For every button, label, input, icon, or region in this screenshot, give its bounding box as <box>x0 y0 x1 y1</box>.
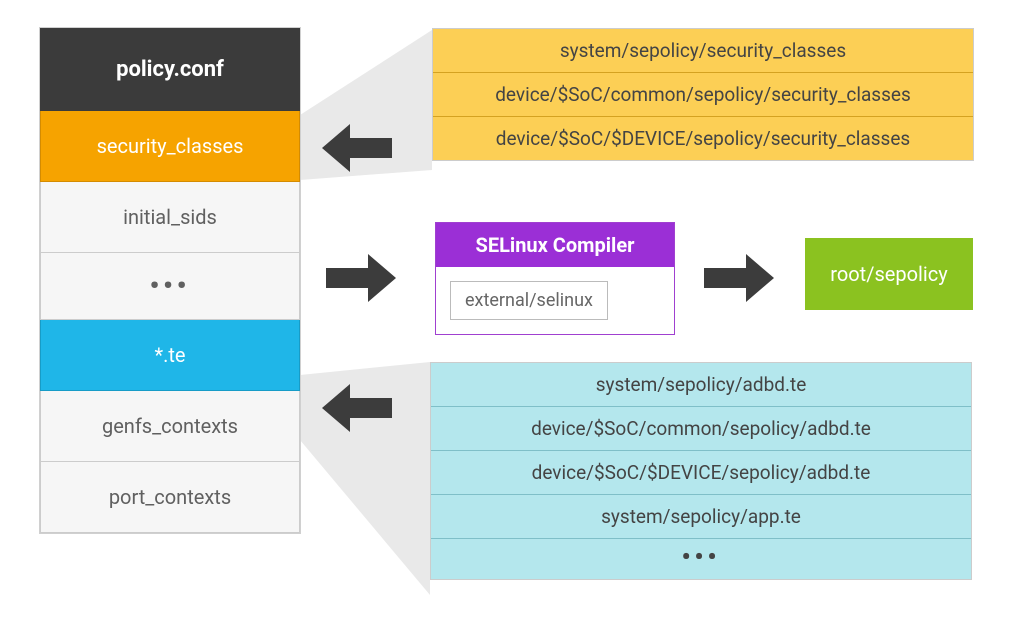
source-path: device/$SoC/$DEVICE/sepolicy/adbd.te <box>431 451 971 495</box>
te-sources: system/sepolicy/adbd.te device/$SoC/comm… <box>430 362 972 580</box>
arrow-left-icon <box>322 384 392 432</box>
source-path: device/$SoC/common/sepolicy/security_cla… <box>433 73 973 117</box>
source-ellipsis: ••• <box>431 539 971 579</box>
source-path: device/$SoC/$DEVICE/sepolicy/security_cl… <box>433 117 973 160</box>
stack-row-ellipsis: ••• <box>40 253 300 320</box>
stack-row-security-classes: security_classes <box>40 111 300 182</box>
source-path: system/sepolicy/app.te <box>431 495 971 539</box>
stack-row-port-contexts: port_contexts <box>40 462 300 533</box>
compiler-title: SELinux Compiler <box>436 223 674 267</box>
stack-row-initial-sids: initial_sids <box>40 182 300 253</box>
compiler-path: external/selinux <box>450 281 608 320</box>
source-path: system/sepolicy/adbd.te <box>431 363 971 407</box>
stack-row-te: *.te <box>40 320 300 391</box>
selinux-compiler-box: SELinux Compiler external/selinux <box>435 222 675 335</box>
policy-conf-header: policy.conf <box>40 28 300 111</box>
security-classes-sources: system/sepolicy/security_classes device/… <box>432 28 974 161</box>
arrow-right-icon <box>326 254 396 302</box>
arrow-left-icon <box>322 124 392 172</box>
arrow-right-icon <box>704 254 774 302</box>
policy-conf-stack: policy.conf security_classes initial_sid… <box>40 28 300 533</box>
output-root-sepolicy: root/sepolicy <box>805 238 973 310</box>
source-path: system/sepolicy/security_classes <box>433 29 973 73</box>
stack-row-genfs-contexts: genfs_contexts <box>40 391 300 462</box>
source-path: device/$SoC/common/sepolicy/adbd.te <box>431 407 971 451</box>
